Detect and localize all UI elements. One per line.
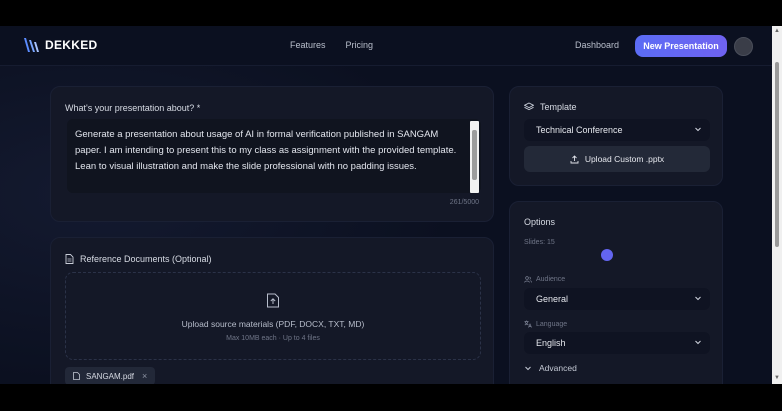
textarea-scrollbar[interactable] — [470, 121, 479, 193]
options-title: Options — [524, 217, 556, 227]
user-avatar[interactable] — [734, 37, 753, 56]
advanced-label: Advanced — [539, 363, 577, 373]
scroll-up-arrow[interactable]: ▲ — [774, 28, 780, 34]
nav-pricing-link[interactable]: Pricing — [346, 40, 374, 50]
template-header: Template — [524, 102, 577, 112]
template-select[interactable]: Technical Conference — [524, 119, 710, 141]
audience-value: General — [536, 294, 569, 304]
page-scroll-thumb[interactable] — [775, 62, 779, 247]
chevron-down-icon — [695, 127, 701, 132]
document-icon — [65, 254, 74, 264]
language-value: English — [536, 338, 566, 348]
prompt-card: What's your presentation about? * Genera… — [50, 86, 494, 222]
main-nav: Features Pricing — [290, 40, 373, 50]
options-card: Options Slides: 15 Audience General Lang… — [509, 201, 723, 384]
audience-select[interactable]: General — [524, 288, 710, 310]
upload-text: Upload source materials (PDF, DOCX, TXT,… — [181, 319, 365, 329]
chevron-down-icon — [695, 340, 701, 345]
reference-header: Reference Documents (Optional) — [65, 254, 212, 264]
translate-icon — [524, 320, 532, 328]
language-header: Language — [524, 320, 567, 328]
upload-hint: Max 10MB each · Up to 4 files — [226, 335, 320, 342]
chevron-down-icon — [525, 366, 531, 371]
remove-file-icon[interactable]: × — [142, 371, 147, 381]
prompt-text: Generate a presentation about usage of A… — [75, 129, 457, 172]
pdf-file-icon — [73, 372, 80, 380]
nav-features-link[interactable]: Features — [290, 40, 326, 50]
app-window: DEKKED Features Pricing Dashboard New Pr… — [0, 26, 782, 384]
template-card: Template Technical Conference Upload Cus… — [509, 86, 723, 186]
upload-icon — [570, 154, 579, 163]
brand-logo[interactable]: DEKKED — [22, 36, 97, 54]
template-title: Template — [540, 102, 577, 112]
reference-title: Reference Documents (Optional) — [80, 254, 212, 264]
upload-file-icon — [267, 293, 279, 308]
slides-slider-thumb[interactable] — [601, 249, 613, 261]
upload-pptx-button[interactable]: Upload Custom .pptx — [524, 146, 710, 172]
prompt-textarea[interactable]: Generate a presentation about usage of A… — [67, 119, 481, 193]
reference-card: Reference Documents (Optional) Upload so… — [50, 237, 494, 384]
template-selected: Technical Conference — [536, 125, 623, 135]
top-header: DEKKED Features Pricing Dashboard New Pr… — [0, 26, 772, 66]
language-select[interactable]: English — [524, 332, 710, 354]
audience-label: Audience — [536, 276, 566, 283]
logo-icon — [24, 38, 39, 52]
brand-name: DEKKED — [45, 38, 98, 52]
layers-icon — [524, 102, 534, 111]
new-presentation-button[interactable]: New Presentation — [635, 35, 727, 57]
advanced-toggle[interactable]: Advanced — [524, 363, 577, 373]
prompt-label: What's your presentation about? * — [65, 103, 201, 113]
language-label: Language — [536, 320, 568, 328]
nav-dashboard-link[interactable]: Dashboard — [575, 40, 619, 50]
textarea-scroll-thumb[interactable] — [472, 130, 477, 180]
upload-pptx-label: Upload Custom .pptx — [584, 154, 665, 164]
slides-label: Slides: 15 — [524, 239, 555, 246]
file-chip: SANGAM.pdf × — [65, 367, 156, 384]
upload-dropzone[interactable]: Upload source materials (PDF, DOCX, TXT,… — [65, 272, 481, 360]
users-icon — [524, 276, 532, 283]
file-chip-name: SANGAM.pdf — [86, 371, 135, 381]
scroll-down-arrow[interactable]: ▼ — [774, 375, 780, 381]
prompt-char-counter: 261/5000 — [449, 199, 479, 206]
audience-header: Audience — [524, 276, 565, 283]
chevron-down-icon — [695, 296, 701, 301]
